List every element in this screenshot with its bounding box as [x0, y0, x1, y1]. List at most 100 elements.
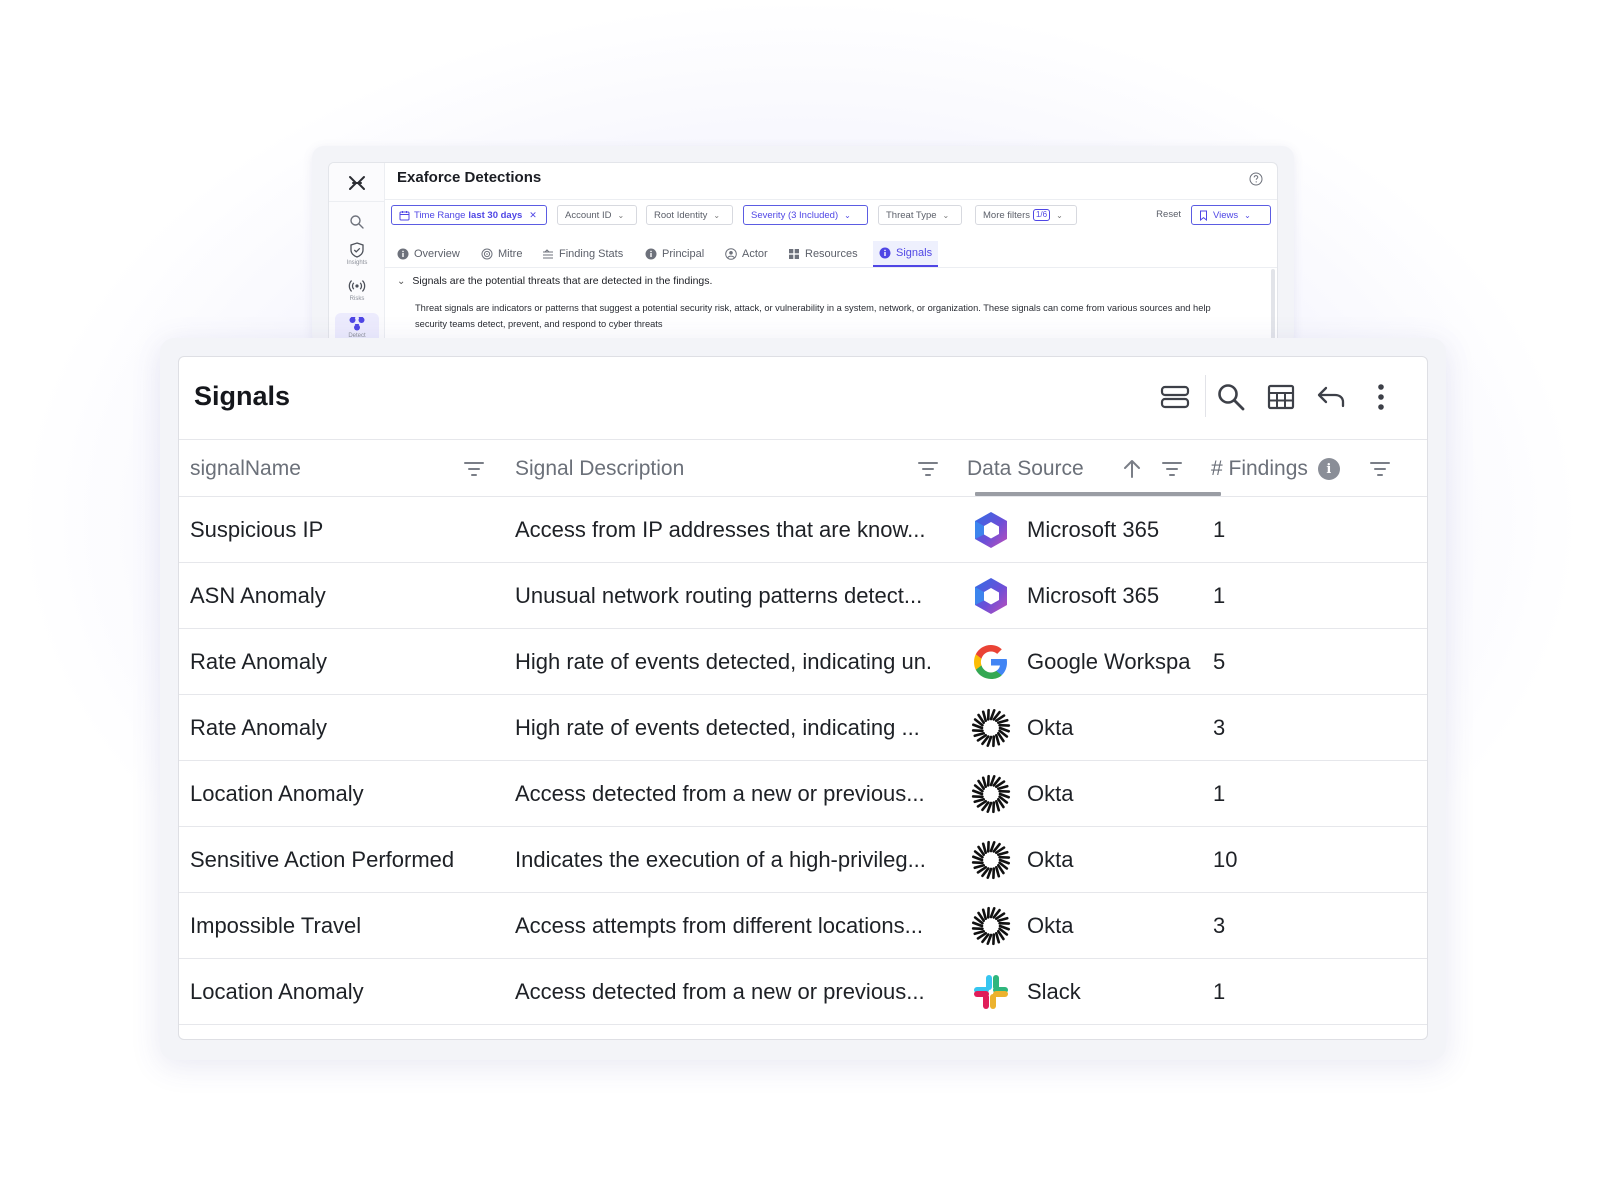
columns-button[interactable] [1263, 379, 1299, 415]
findings-count-cell: 3 [1213, 913, 1226, 938]
severity-filter[interactable]: Severity (3 Included) ⌄ [743, 205, 868, 225]
rows-icon [1160, 385, 1190, 409]
findings-count-cell: 5 [1213, 649, 1226, 674]
table-icon [1267, 384, 1295, 410]
info-circle-icon [645, 248, 657, 260]
search-button[interactable] [1213, 379, 1249, 415]
info-circle-icon [397, 248, 409, 260]
more-filters-button[interactable]: More filters 1/6 ⌄ [975, 205, 1077, 225]
tab-label: Mitre [498, 248, 523, 260]
info-icon[interactable]: i [1317, 458, 1340, 480]
reset-button[interactable]: Reset [1156, 209, 1181, 220]
column-header-signal-description[interactable]: Signal Description [515, 440, 684, 498]
table-row[interactable]: Rate Anomaly High rate of events detected… [179, 695, 1427, 761]
time-range-label: Time Range [414, 209, 466, 221]
tab-overview[interactable]: Overview [391, 241, 466, 267]
scrollbar[interactable] [1271, 269, 1275, 346]
signal-name-cell: Sensitive Action Performed [190, 847, 455, 872]
chevron-down-icon: ⌄ [1244, 210, 1251, 220]
search-icon[interactable] [348, 213, 366, 231]
data-source-cell: Okta [971, 761, 1211, 827]
chevron-down-icon: ⌄ [942, 210, 950, 220]
density-button[interactable] [1157, 379, 1193, 415]
biohazard-icon [349, 317, 365, 331]
more-options-button[interactable] [1363, 379, 1399, 415]
data-source-label: Slack [1027, 979, 1081, 1004]
table-row[interactable]: Suspicious IP Access from IP addresses th… [179, 497, 1427, 563]
signal-name-cell: Suspicious IP [190, 517, 324, 542]
table-row[interactable]: Location Anomaly Access detected from a n… [179, 761, 1427, 827]
tab-signals[interactable]: Signals [873, 241, 939, 267]
tab-label: Principal [662, 248, 705, 260]
microsoft-365-logo-icon [975, 512, 1007, 548]
microsoft-365-logo-icon [975, 578, 1007, 614]
threat-type-label: Threat Type [886, 209, 937, 221]
close-icon[interactable]: ✕ [529, 210, 537, 221]
column-header-signal-name[interactable]: signalName [190, 440, 301, 498]
time-range-filter[interactable]: Time Range last 30 days ✕ [391, 205, 547, 225]
tab-principal[interactable]: Principal [639, 241, 710, 267]
signals-panel: Signals signalName Signal Description Da… [178, 356, 1428, 1040]
chevron-down-icon: ⌄ [617, 210, 625, 220]
broadcast-icon [348, 280, 366, 292]
root-identity-filter[interactable]: Root Identity ⌄ [646, 205, 733, 225]
sort-ascending-icon[interactable] [1121, 458, 1143, 480]
findings-count-cell: 1 [1213, 979, 1226, 1004]
table-header: signalName Signal Description Data Sourc… [179, 439, 1427, 498]
table-row[interactable]: Rate Anomaly High rate of events detected… [179, 629, 1427, 695]
detection-tabs: Overview Mitre Finding Stats Principal A… [391, 241, 1277, 267]
filter-icon[interactable] [1369, 458, 1391, 480]
data-source-label: Okta [1027, 913, 1074, 938]
signal-name-cell: Location Anomaly [190, 781, 364, 806]
views-button[interactable]: Views ⌄ [1191, 205, 1271, 225]
signal-name-cell: Rate Anomaly [190, 715, 327, 740]
chevron-down-icon: ⌄ [713, 210, 721, 220]
threat-type-filter[interactable]: Threat Type ⌄ [878, 205, 962, 225]
signal-description-cell: Access detected from a new or previous..… [515, 979, 925, 1004]
table-row[interactable]: Location Anomaly Access detected from a n… [179, 959, 1427, 1025]
tab-mitre[interactable]: Mitre [475, 241, 528, 267]
signal-description-cell: Access attempts from different locations… [515, 913, 923, 938]
filter-icon[interactable] [917, 458, 939, 480]
sort-indicator [975, 492, 1221, 496]
table-row[interactable]: Impossible Travel Access attempts from di… [179, 893, 1427, 959]
chevron-down-icon: ⌄ [844, 210, 851, 220]
signals-panel-frame: Signals signalName Signal Description Da… [160, 338, 1446, 1060]
account-id-filter[interactable]: Account ID ⌄ [557, 205, 637, 225]
column-label: # Findings [1211, 457, 1308, 480]
column-header-findings[interactable]: # Findings i [1211, 440, 1340, 498]
more-vertical-icon [1378, 384, 1384, 410]
tab-finding-stats[interactable]: Finding Stats [536, 241, 629, 267]
table-row[interactable]: Sensitive Action Performed Indicates the … [179, 827, 1427, 893]
table-row[interactable]: ASN Anomaly Unusual network routing patte… [179, 563, 1427, 629]
calendar-icon [399, 210, 410, 220]
tab-resources[interactable]: Resources [782, 241, 864, 267]
tab-label: Resources [805, 248, 858, 260]
tab-actor[interactable]: Actor [719, 241, 774, 267]
tab-label: Actor [742, 248, 768, 260]
time-range-value: last 30 days [468, 209, 523, 221]
filter-icon[interactable] [463, 458, 485, 480]
exaforce-logo-icon[interactable] [345, 171, 369, 195]
signal-description-cell: Access detected from a new or previous..… [515, 781, 925, 806]
signals-heading: Signals are the potential threats that a… [412, 275, 713, 287]
signals-accordion-header[interactable]: ⌄ Signals are the potential threats that… [397, 275, 712, 287]
sidebar-item-detect-content: Detect [335, 316, 379, 339]
root-identity-label: Root Identity [654, 209, 708, 221]
tab-label: Signals [896, 247, 933, 259]
shield-check-icon [350, 242, 364, 258]
data-source-label: Google Workspa [1027, 649, 1191, 674]
sidebar-item-insights[interactable]: Insights [335, 241, 379, 266]
okta-logo-icon [971, 840, 1011, 880]
filter-icon[interactable] [1161, 458, 1183, 480]
table-toolbar [1157, 371, 1427, 421]
reset-view-button[interactable] [1313, 379, 1349, 415]
findings-count-cell: 3 [1213, 715, 1226, 740]
findings-count-cell: 10 [1213, 847, 1238, 872]
column-header-data-source[interactable]: Data Source [967, 440, 1084, 498]
data-source-label: Microsoft 365 [1027, 583, 1160, 608]
help-icon[interactable] [1249, 172, 1263, 186]
signal-description-cell: Indicates the execution of a high-privil… [515, 847, 926, 872]
page-title: Exaforce Detections [397, 169, 542, 186]
sidebar-item-risks[interactable]: Risks [335, 277, 379, 302]
